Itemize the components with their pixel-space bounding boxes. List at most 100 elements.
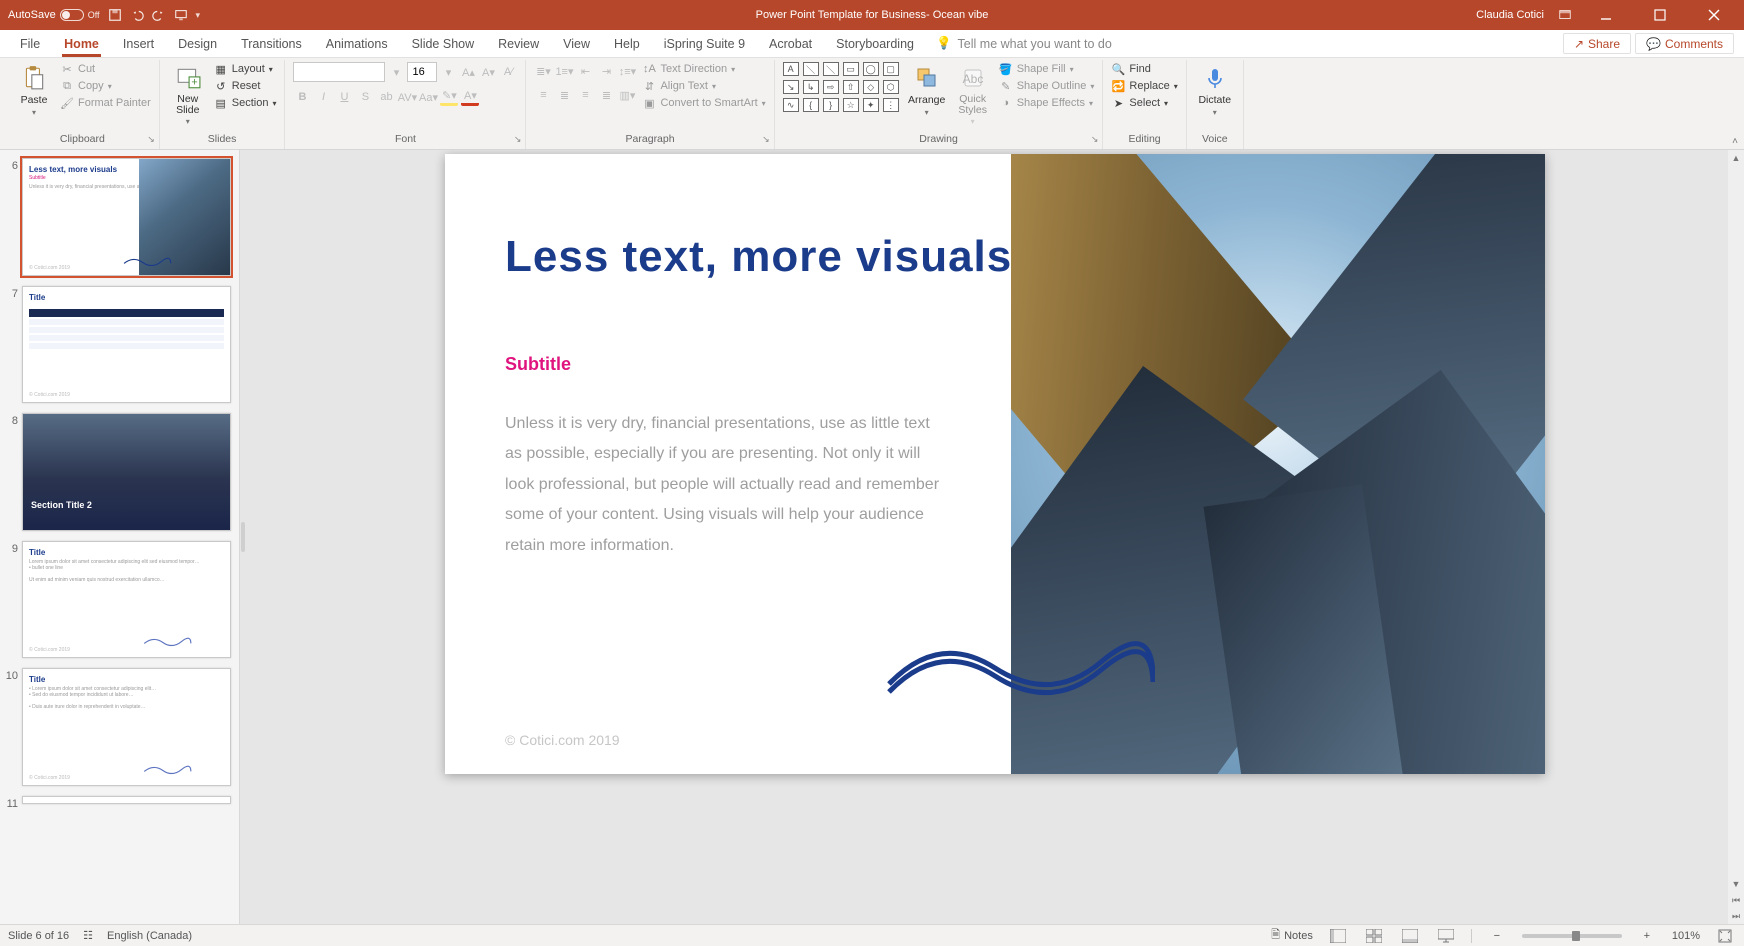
shape-hex-icon[interactable]: ⬡ [883,80,899,94]
scroll-up-icon[interactable]: ▲ [1728,150,1744,166]
shape-arrow-icon[interactable]: ↘ [783,80,799,94]
window-maximize-button[interactable] [1640,0,1680,30]
window-close-button[interactable] [1694,0,1734,30]
shape-line-icon[interactable]: ＼ [803,62,819,76]
autosave-toggle[interactable]: AutoSave Off [8,9,100,21]
dialog-launcher-icon[interactable]: ↘ [762,134,770,145]
italic-button[interactable]: I [314,88,332,106]
slide-thumb-8[interactable]: Section Title 2 [22,413,231,531]
normal-view-button[interactable] [1327,927,1349,945]
align-text-button[interactable]: ⇵Align Text▾ [642,79,765,93]
cut-button[interactable]: ✂Cut [60,62,151,76]
section-button[interactable]: ▤Section▾ [214,96,277,110]
tab-ispring[interactable]: iSpring Suite 9 [652,30,757,57]
status-slide-counter[interactable]: Slide 6 of 16 [8,930,69,942]
slide-thumb-6[interactable]: Less text, more visuals Subtitle Unless … [22,158,231,276]
save-icon[interactable] [108,8,122,22]
slide-thumb-10[interactable]: Title • Lorem ipsum dolor sit amet conse… [22,668,231,786]
decrease-indent-button[interactable]: ⇤ [576,62,594,80]
zoom-percent[interactable]: 101% [1672,930,1700,942]
underline-button[interactable]: U [335,88,353,106]
slide-title[interactable]: Less text, more visuals [505,232,1012,282]
new-slide-button[interactable]: + New Slide ▾ [168,62,208,126]
shape-effects-button[interactable]: ◑Shape Effects▾ [999,96,1095,110]
arrange-button[interactable]: Arrange▾ [907,62,947,117]
slide-subtitle[interactable]: Subtitle [505,354,571,375]
dialog-launcher-icon[interactable]: ↘ [514,134,522,145]
shape-lbrace-icon[interactable]: { [803,98,819,112]
zoom-slider[interactable] [1522,934,1622,938]
font-name-combo[interactable] [293,62,385,82]
copy-button[interactable]: ⧉Copy▾ [60,79,151,93]
increase-font-icon[interactable]: A▴ [459,63,477,81]
tab-home[interactable]: Home [52,30,111,57]
tab-help[interactable]: Help [602,30,652,57]
shape-star-icon[interactable]: ☆ [843,98,859,112]
tab-storyboarding[interactable]: Storyboarding [824,30,926,57]
start-from-beginning-icon[interactable] [174,8,188,22]
numbering-button[interactable]: 1≡▾ [555,62,573,80]
justify-button[interactable]: ≣ [597,86,615,104]
tell-me-search[interactable]: 💡 Tell me what you want to do [926,30,1122,57]
tab-slideshow[interactable]: Slide Show [400,30,487,57]
notes-button[interactable]: 🗎 Notes [1271,926,1313,945]
increase-indent-button[interactable]: ⇥ [597,62,615,80]
shape-rbrace-icon[interactable]: } [823,98,839,112]
tab-review[interactable]: Review [486,30,551,57]
status-language[interactable]: English (Canada) [107,930,192,942]
tab-file[interactable]: File [8,30,52,57]
shapes-more-icon[interactable]: ⋮ [883,98,899,112]
align-right-button[interactable]: ≡ [576,86,594,104]
columns-button[interactable]: ▥▾ [618,86,636,104]
clear-formatting-icon[interactable]: A⁄ [499,63,517,81]
font-color-button[interactable]: A▾ [461,88,479,106]
tab-transitions[interactable]: Transitions [229,30,314,57]
shape-callout-icon[interactable]: ✦ [863,98,879,112]
next-slide-icon[interactable]: ⏭ [1728,908,1744,924]
shape-fill-button[interactable]: 🪣Shape Fill▾ [999,62,1095,76]
redo-icon[interactable] [152,8,166,22]
dictate-button[interactable]: Dictate▾ [1195,62,1235,117]
find-button[interactable]: 🔍Find [1111,62,1177,76]
bullets-button[interactable]: ≣▾ [534,62,552,80]
editor-vertical-scrollbar[interactable]: ▲ ▼ ⏮ ⏭ [1728,150,1744,924]
slide-thumb-7[interactable]: Title © Cotici.com 2019 [22,286,231,404]
dialog-launcher-icon[interactable]: ↘ [1091,134,1099,145]
shape-oval-icon[interactable]: ◯ [863,62,879,76]
tab-animations[interactable]: Animations [314,30,400,57]
highlight-button[interactable]: ✎▾ [440,88,458,106]
char-spacing-button[interactable]: AV▾ [398,88,416,106]
chevron-down-icon[interactable]: ▾ [439,63,457,81]
undo-icon[interactable] [130,8,144,22]
shape-diamond-icon[interactable]: ◇ [863,80,879,94]
reset-button[interactable]: ↺Reset [214,79,277,93]
window-minimize-button[interactable] [1586,0,1626,30]
align-center-button[interactable]: ≣ [555,86,573,104]
chevron-down-icon[interactable]: ▾ [387,63,405,81]
convert-smartart-button[interactable]: ▣Convert to SmartArt▾ [642,96,765,110]
shape-uarrow-icon[interactable]: ⇧ [843,80,859,94]
tab-acrobat[interactable]: Acrobat [757,30,824,57]
sorter-view-button[interactable] [1363,927,1385,945]
decrease-font-icon[interactable]: A▾ [479,63,497,81]
shape-elbow-icon[interactable]: ↳ [803,80,819,94]
zoom-out-button[interactable]: − [1486,927,1508,945]
line-spacing-button[interactable]: ↕≡▾ [618,62,636,80]
comments-button[interactable]: 💬 Comments [1635,33,1734,54]
tab-view[interactable]: View [551,30,602,57]
slide-thumbnails-panel[interactable]: 6 Less text, more visuals Subtitle Unles… [0,150,240,924]
slide-thumb-11[interactable] [22,796,231,804]
reading-view-button[interactable] [1399,927,1421,945]
fit-to-window-button[interactable] [1714,927,1736,945]
collapse-ribbon-icon[interactable]: ˄ [1732,136,1738,147]
bold-button[interactable]: B [293,88,311,106]
shape-roundrect-icon[interactable]: ▢ [883,62,899,76]
slideshow-view-button[interactable] [1435,927,1457,945]
slide-thumb-9[interactable]: Title Lorem ipsum dolor sit amet consect… [22,541,231,659]
align-left-button[interactable]: ≡ [534,86,552,104]
shape-curve-icon[interactable]: ∿ [783,98,799,112]
slide-canvas[interactable]: Less text, more visuals Subtitle Unless … [445,154,1545,774]
replace-button[interactable]: 🔁Replace▾ [1111,79,1177,93]
user-name[interactable]: Claudia Cotici [1476,9,1544,21]
qat-customize-icon[interactable]: ▾ [196,10,201,21]
